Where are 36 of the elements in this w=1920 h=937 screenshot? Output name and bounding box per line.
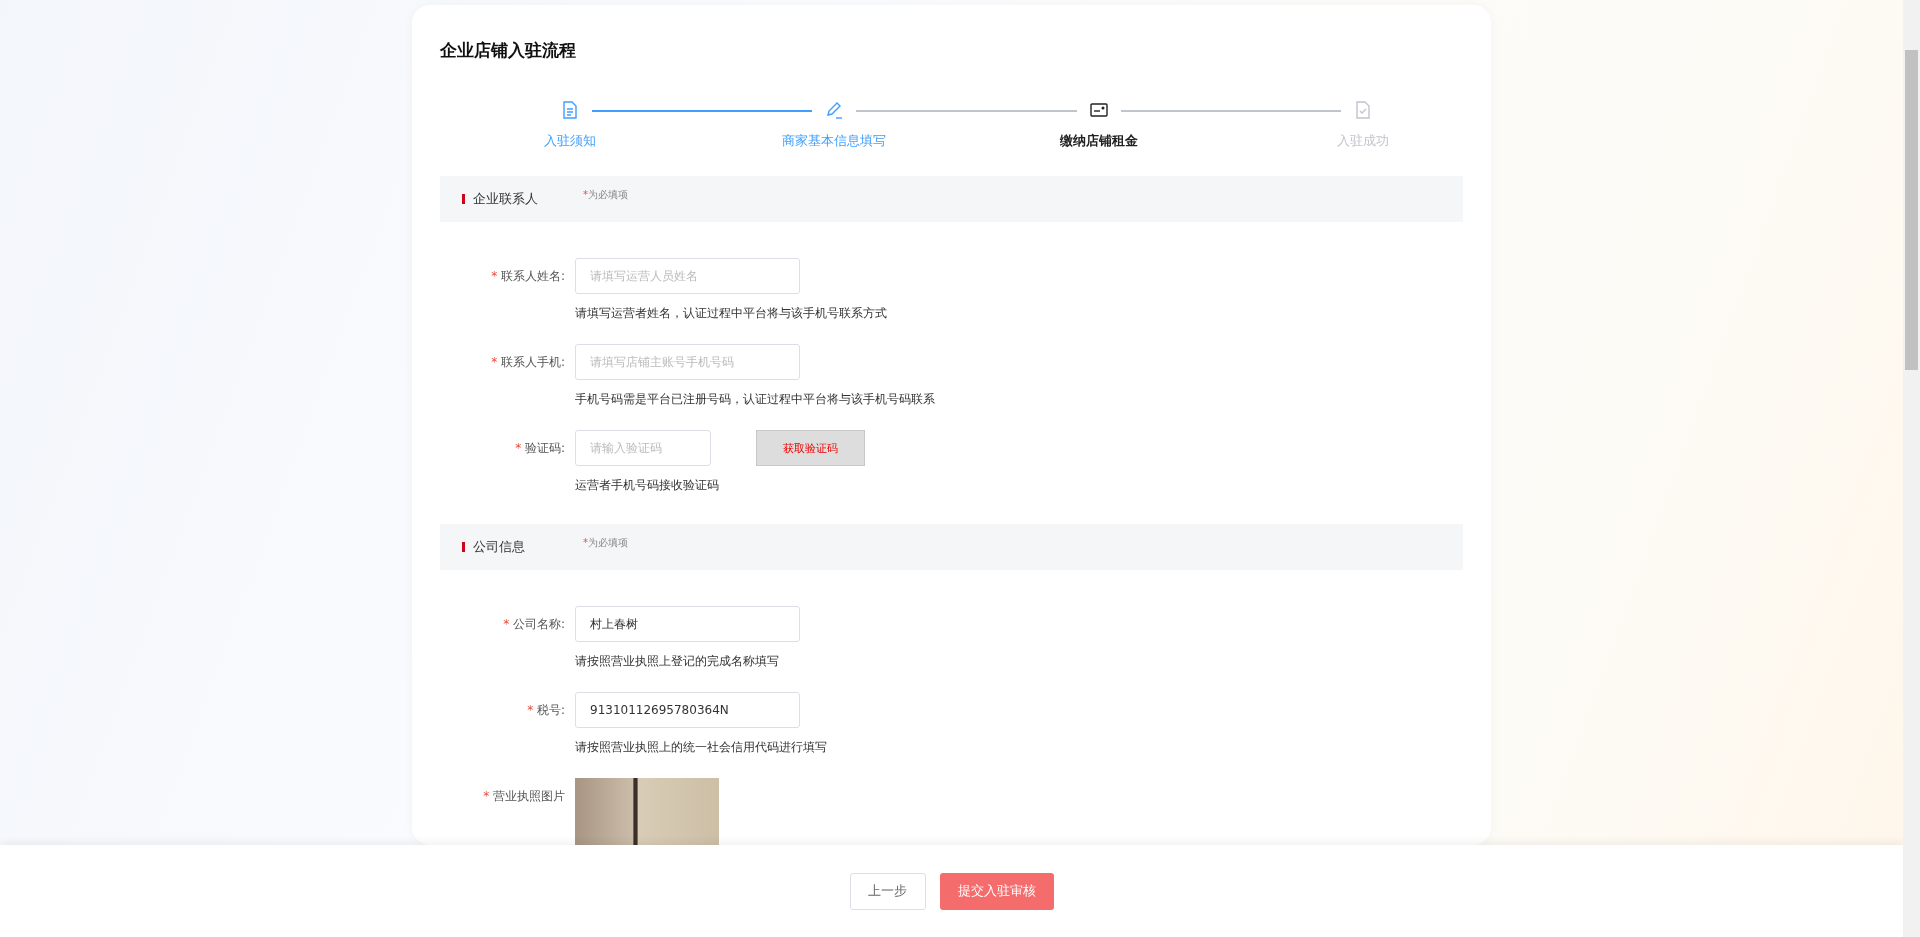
field-hint: 运营者手机号码接收验证码 [575, 477, 720, 494]
step-label: 入驻成功 [1337, 132, 1389, 150]
step-label: 缴纳店铺租金 [1059, 132, 1138, 150]
required-asterisk: * [483, 789, 490, 803]
field-hint: 请填写运营者姓名，认证过程中平台将与该手机号联系方式 [575, 305, 887, 322]
field-hint: 请按照营业执照上的统一社会信用代码进行填写 [575, 739, 827, 756]
field-label: * 公司名称: [502, 616, 566, 633]
text-field[interactable]: 请填写店铺主账号手机号码 [575, 344, 800, 380]
field-label: * 验证码: [514, 440, 566, 457]
required-note: *为必填项 [583, 188, 628, 202]
text-field[interactable]: 村上春树 [575, 606, 800, 642]
required-asterisk: * [515, 441, 522, 455]
required-asterisk: * [503, 617, 510, 631]
step-label: 入驻须知 [544, 132, 596, 150]
required-asterisk: * [491, 355, 498, 369]
section-title: 公司信息 [473, 538, 526, 556]
get-code-button[interactable]: 获取验证码 [756, 430, 865, 466]
scrollbar-thumb[interactable] [1905, 50, 1918, 370]
field-hint: 请按照营业执照上登记的完成名称填写 [575, 653, 780, 670]
required-asterisk: * [527, 703, 534, 717]
required-asterisk: * [491, 269, 498, 283]
section-accent-mark [462, 194, 465, 204]
field-label: * 联系人手机: [490, 354, 566, 371]
page-title: 企业店铺入驻流程 [440, 39, 577, 62]
required-note: *为必填项 [583, 536, 628, 550]
back-button[interactable]: 上一步 [849, 872, 926, 910]
field-label: * 联系人姓名: [490, 268, 566, 285]
field-hint: 手机号码需是平台已注册号码，认证过程中平台将与该手机号码联系 [575, 391, 935, 408]
section-title: 企业联系人 [473, 190, 539, 208]
step-label: 商家基本信息填写 [782, 132, 887, 150]
field-label: * 营业执照图片 [482, 788, 566, 805]
text-field[interactable]: 请填写运营人员姓名 [575, 258, 800, 294]
code-field[interactable]: 请输入验证码 [575, 430, 711, 466]
text-field[interactable]: 91310112695780364N [575, 692, 800, 728]
field-label: * 税号: [526, 702, 566, 719]
section-accent-mark [462, 542, 465, 552]
